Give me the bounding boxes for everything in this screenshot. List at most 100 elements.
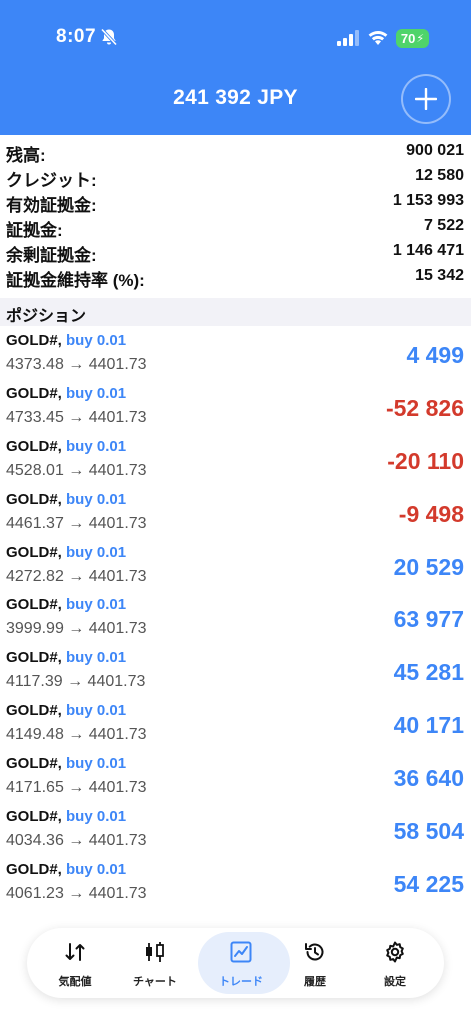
position-row[interactable]: GOLD#, buy 0.01 4171.65 → 4401.73 36 640 (0, 751, 471, 804)
history-icon (305, 943, 324, 961)
summary-row-equity: 有効証拠金: 1 153 993 (0, 189, 471, 215)
tab-label: 履歴 (304, 976, 326, 988)
position-row[interactable]: GOLD#, buy 0.01 4272.82 → 4401.73 20 529 (0, 540, 471, 593)
position-symbol-line: GOLD#, buy 0.01 (6, 861, 126, 878)
account-summary: 残高: 900 021 クレジット: 12 580 有効証拠金: 1 153 9… (0, 139, 471, 290)
position-symbol: GOLD#, (6, 596, 62, 614)
summary-value: 1 153 993 (392, 192, 464, 209)
position-symbol: GOLD#, (6, 702, 62, 720)
tab-label: チャート (133, 976, 177, 988)
status-time: 8:07 (56, 26, 97, 47)
position-profit: 4 499 (406, 342, 464, 368)
position-profit: -9 498 (398, 500, 464, 527)
position-profit: 45 281 (393, 659, 464, 686)
position-profit: 40 171 (393, 712, 464, 739)
summary-label: 余剰証拠金: (6, 246, 97, 265)
position-symbol: GOLD#, (6, 543, 62, 561)
new-order-button[interactable] (401, 74, 451, 124)
charging-bolt-icon: ⚡ (416, 33, 425, 45)
position-row[interactable]: GOLD#, buy 0.01 3999.99 → 4401.73 63 977 (0, 592, 471, 645)
position-row[interactable]: GOLD#, buy 0.01 4034.36 → 4401.73 58 504 (0, 804, 471, 857)
position-type: buy 0.01 (66, 755, 127, 773)
tab-label: トレード (219, 976, 263, 988)
position-profit: -52 826 (385, 394, 464, 421)
position-prices: 4034.36 → 4401.73 (6, 832, 147, 850)
position-profit: -20 110 (387, 447, 464, 474)
tab-chart[interactable]: チャート (115, 928, 195, 998)
position-prices: 4117.39 → 4401.73 (6, 673, 146, 691)
wifi-icon (368, 31, 388, 45)
cellular-signal-icon (337, 30, 359, 46)
summary-row-balance: 残高: 900 021 (0, 139, 471, 165)
position-type: buy 0.01 (66, 543, 127, 561)
position-row[interactable]: GOLD#, buy 0.01 4461.37 → 4401.73 -9 498 (0, 487, 471, 540)
positions-section-header: ポジション (0, 298, 471, 326)
position-symbol: GOLD#, (6, 649, 62, 667)
summary-row-free-margin: 余剰証拠金: 1 146 471 (0, 239, 471, 265)
summary-value: 15 342 (415, 267, 464, 284)
positions-list: GOLD#, buy 0.01 4373.48 → 4401.73 4 499 … (0, 328, 471, 910)
position-prices: 4461.37 → 4401.73 (6, 514, 147, 532)
position-row[interactable]: GOLD#, buy 0.01 4149.48 → 4401.73 40 171 (0, 698, 471, 751)
summary-value: 7 522 (423, 217, 464, 234)
position-symbol-line: GOLD#, buy 0.01 (6, 596, 126, 613)
tab-settings[interactable]: 設定 (355, 928, 435, 998)
position-symbol: GOLD#, (6, 808, 62, 826)
position-symbol: GOLD#, (6, 755, 62, 773)
position-symbol-line: GOLD#, buy 0.01 (6, 385, 126, 402)
position-row[interactable]: GOLD#, buy 0.01 4528.01 → 4401.73 -20 11… (0, 434, 471, 487)
position-symbol: GOLD#, (6, 860, 62, 878)
trade-icon (230, 941, 252, 963)
position-prices: 4373.48 → 4401.73 (6, 356, 147, 373)
tab-history[interactable]: 履歴 (275, 928, 355, 998)
position-prices: 4272.82 → 4401.73 (6, 567, 147, 585)
position-row[interactable]: GOLD#, buy 0.01 4061.23 → 4401.73 54 225 (0, 857, 471, 910)
summary-value: 900 021 (406, 142, 464, 159)
position-symbol: GOLD#, (6, 490, 62, 508)
chart-candles-icon (146, 942, 164, 962)
plus-icon (415, 88, 437, 110)
position-type: buy 0.01 (66, 649, 127, 667)
position-prices: 4528.01 → 4401.73 (6, 461, 147, 479)
header-bar: 8:07 70 ⚡ 241 392 JPY (0, 0, 471, 135)
battery-level: 70 (400, 31, 416, 46)
position-prices: 4733.45 → 4401.73 (6, 408, 147, 426)
quotes-icon (65, 943, 85, 961)
position-type: buy 0.01 (66, 490, 127, 508)
summary-value: 12 580 (415, 167, 464, 184)
position-row[interactable]: GOLD#, buy 0.01 4117.39 → 4401.73 45 281 (0, 645, 471, 698)
bell-muted-icon (100, 28, 118, 46)
summary-label: クレジット: (6, 171, 97, 190)
tab-quotes[interactable]: 気配値 (35, 928, 115, 998)
position-prices: 4149.48 → 4401.73 (6, 726, 147, 744)
position-symbol: GOLD#, (6, 332, 62, 349)
tab-label: 気配値 (58, 976, 92, 988)
summary-label: 証拠金: (6, 221, 63, 240)
position-symbol-line: GOLD#, buy 0.01 (6, 649, 126, 666)
position-type: buy 0.01 (66, 808, 127, 826)
summary-value: 1 146 471 (392, 242, 464, 259)
summary-row-credit: クレジット: 12 580 (0, 164, 471, 190)
position-profit: 63 977 (393, 606, 464, 633)
position-symbol: GOLD#, (6, 384, 62, 402)
position-symbol-line: GOLD#, buy 0.01 (6, 544, 126, 561)
position-symbol-line: GOLD#, buy 0.01 (6, 702, 126, 719)
summary-label: 証拠金維持率 (%): (6, 271, 145, 290)
position-prices: 3999.99 → 4401.73 (6, 620, 147, 638)
position-type: buy 0.01 (66, 596, 127, 614)
position-type: buy 0.01 (66, 437, 127, 455)
tab-label: 設定 (384, 976, 406, 988)
position-row[interactable]: GOLD#, buy 0.01 4733.45 → 4401.73 -52 82… (0, 381, 471, 434)
summary-label: 有効証拠金: (6, 196, 97, 215)
status-bar: 8:07 70 ⚡ (0, 0, 471, 64)
bottom-tab-bar: 気配値 チャート トレード 履歴 設定 (27, 928, 444, 998)
tab-trade[interactable]: トレード (195, 928, 290, 998)
position-profit: 36 640 (393, 765, 464, 792)
battery-indicator: 70 ⚡ (396, 29, 429, 48)
position-symbol-line: GOLD#, buy 0.01 (6, 332, 126, 349)
position-profit: 58 504 (393, 818, 464, 845)
position-profit: 20 529 (393, 553, 464, 580)
position-type: buy 0.01 (66, 860, 127, 878)
position-profit: 54 225 (393, 870, 464, 897)
position-row[interactable]: GOLD#, buy 0.01 4373.48 → 4401.73 4 499 (0, 328, 471, 381)
